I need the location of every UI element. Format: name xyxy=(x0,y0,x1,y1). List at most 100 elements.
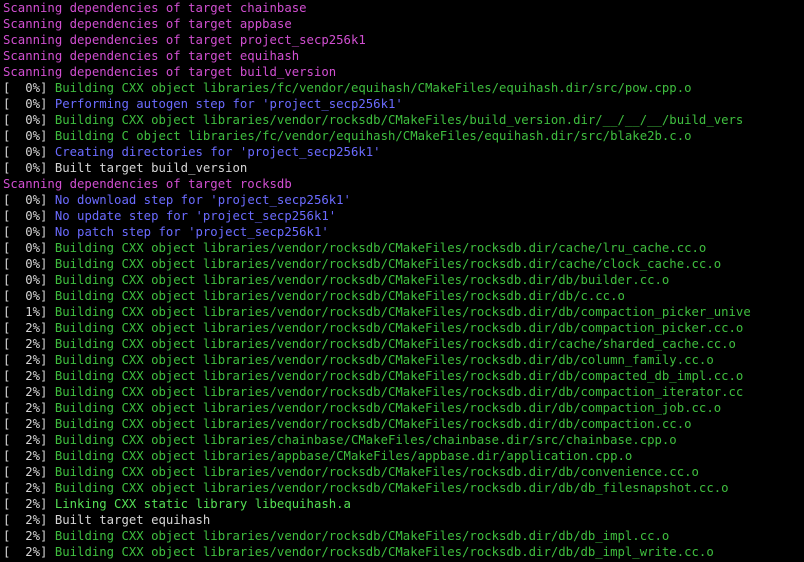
line-text: Built target equihash xyxy=(54,513,211,527)
line-text: Building CXX object libraries/appbase/CM… xyxy=(54,449,633,463)
progress-prefix: [ 2%] xyxy=(3,385,55,399)
terminal-line: [ 2%] Building CXX object libraries/vend… xyxy=(3,352,804,368)
terminal-line: [ 0%] No patch step for 'project_secp256… xyxy=(3,224,804,240)
line-text: Scanning dependencies of target chainbas… xyxy=(3,1,307,15)
line-text: Building CXX object libraries/vendor/roc… xyxy=(54,337,736,351)
terminal-line: [ 0%] Building CXX object libraries/vend… xyxy=(3,112,804,128)
line-text: No patch step for 'project_secp256k1' xyxy=(54,225,329,239)
terminal-line: [ 2%] Building CXX object libraries/vend… xyxy=(3,320,804,336)
line-text: Creating directories for 'project_secp25… xyxy=(54,145,381,159)
line-text: Building CXX object libraries/vendor/roc… xyxy=(54,465,699,479)
progress-prefix: [ 0%] xyxy=(3,257,55,271)
line-text: Building CXX object libraries/vendor/roc… xyxy=(54,385,744,399)
progress-prefix: [ 2%] xyxy=(3,321,55,335)
line-text: Building CXX object libraries/vendor/roc… xyxy=(54,481,729,495)
terminal-line: [ 0%] Built target build_version xyxy=(3,160,804,176)
progress-prefix: [ 0%] xyxy=(3,113,55,127)
line-text: Scanning dependencies of target rocksdb xyxy=(3,177,292,191)
progress-prefix: [ 2%] xyxy=(3,337,55,351)
terminal-line: [ 0%] Building C object libraries/fc/ven… xyxy=(3,128,804,144)
progress-prefix: [ 2%] xyxy=(3,353,55,367)
progress-prefix: [ 2%] xyxy=(3,513,55,527)
progress-prefix: [ 0%] xyxy=(3,209,55,223)
terminal-line: Scanning dependencies of target equihash xyxy=(3,48,804,64)
line-text: Building C object libraries/fc/vendor/eq… xyxy=(54,129,692,143)
terminal-line: [ 2%] Building CXX object libraries/vend… xyxy=(3,480,804,496)
progress-prefix: [ 2%] xyxy=(3,417,55,431)
terminal-line: [ 2%] Building CXX object libraries/vend… xyxy=(3,464,804,480)
line-text: Linking CXX static library libequihash.a xyxy=(54,497,351,511)
terminal-line: [ 2%] Building CXX object libraries/vend… xyxy=(3,336,804,352)
terminal-output[interactable]: Scanning dependencies of target chainbas… xyxy=(0,0,804,562)
terminal-line: Scanning dependencies of target build_ve… xyxy=(3,64,804,80)
terminal-line: [ 0%] Performing autogen step for 'proje… xyxy=(3,96,804,112)
line-text: Scanning dependencies of target appbase xyxy=(3,17,292,31)
terminal-line: [ 0%] Building CXX object libraries/fc/v… xyxy=(3,80,804,96)
line-text: Scanning dependencies of target equihash xyxy=(3,49,300,63)
terminal-line: Scanning dependencies of target project_… xyxy=(3,32,804,48)
terminal-line: [ 0%] Creating directories for 'project_… xyxy=(3,144,804,160)
terminal-line: [ 0%] No download step for 'project_secp… xyxy=(3,192,804,208)
line-text: Building CXX object libraries/vendor/roc… xyxy=(54,305,751,319)
terminal-line: [ 2%] Building CXX object libraries/vend… xyxy=(3,544,804,560)
line-text: Building CXX object libraries/vendor/roc… xyxy=(54,401,722,415)
terminal-line: [ 0%] Building CXX object libraries/vend… xyxy=(3,288,804,304)
progress-prefix: [ 0%] xyxy=(3,97,55,111)
terminal-line: Scanning dependencies of target chainbas… xyxy=(3,0,804,16)
line-text: Building CXX object libraries/fc/vendor/… xyxy=(54,81,692,95)
line-text: Building CXX object libraries/vendor/roc… xyxy=(54,113,744,127)
line-text: No download step for 'project_secp256k1' xyxy=(54,193,351,207)
progress-prefix: [ 2%] xyxy=(3,465,55,479)
progress-prefix: [ 1%] xyxy=(3,305,55,319)
terminal-line: [ 0%] Building CXX object libraries/vend… xyxy=(3,256,804,272)
line-text: Building CXX object libraries/vendor/roc… xyxy=(54,545,714,559)
terminal-line: [ 1%] Building CXX object libraries/vend… xyxy=(3,304,804,320)
terminal-line: [ 0%] Building CXX object libraries/vend… xyxy=(3,240,804,256)
progress-prefix: [ 0%] xyxy=(3,289,55,303)
terminal-line: [ 2%] Building CXX object libraries/vend… xyxy=(3,400,804,416)
progress-prefix: [ 2%] xyxy=(3,481,55,495)
progress-prefix: [ 0%] xyxy=(3,145,55,159)
line-text: Building CXX object libraries/vendor/roc… xyxy=(54,417,692,431)
line-text: Building CXX object libraries/vendor/roc… xyxy=(54,289,625,303)
progress-prefix: [ 0%] xyxy=(3,193,55,207)
progress-prefix: [ 0%] xyxy=(3,81,55,95)
progress-prefix: [ 0%] xyxy=(3,241,55,255)
line-text: Built target build_version xyxy=(54,161,248,175)
line-text: Building CXX object libraries/vendor/roc… xyxy=(54,369,744,383)
terminal-line: [ 2%] Building CXX object libraries/chai… xyxy=(3,432,804,448)
terminal-line: [ 2%] Building CXX object libraries/vend… xyxy=(3,528,804,544)
line-text: Building CXX object libraries/vendor/roc… xyxy=(54,257,722,271)
terminal-line: [ 2%] Building CXX object libraries/vend… xyxy=(3,384,804,400)
progress-prefix: [ 2%] xyxy=(3,497,55,511)
terminal-line: [ 0%] No update step for 'project_secp25… xyxy=(3,208,804,224)
progress-prefix: [ 0%] xyxy=(3,129,55,143)
progress-prefix: [ 2%] xyxy=(3,369,55,383)
line-text: No update step for 'project_secp256k1' xyxy=(54,209,337,223)
progress-prefix: [ 0%] xyxy=(3,225,55,239)
terminal-line: [ 2%] Building CXX object libraries/vend… xyxy=(3,416,804,432)
progress-prefix: [ 2%] xyxy=(3,433,55,447)
line-text: Building CXX object libraries/vendor/roc… xyxy=(54,273,670,287)
terminal-line: Scanning dependencies of target rocksdb xyxy=(3,176,804,192)
progress-prefix: [ 2%] xyxy=(3,449,55,463)
terminal-line: [ 2%] Building CXX object libraries/appb… xyxy=(3,448,804,464)
line-text: Scanning dependencies of target project_… xyxy=(3,33,366,47)
line-text: Building CXX object libraries/vendor/roc… xyxy=(54,321,744,335)
progress-prefix: [ 2%] xyxy=(3,529,55,543)
progress-prefix: [ 2%] xyxy=(3,545,55,559)
terminal-line: [ 2%] Built target equihash xyxy=(3,512,804,528)
line-text: Performing autogen step for 'project_sec… xyxy=(54,97,403,111)
line-text: Building CXX object libraries/vendor/roc… xyxy=(54,529,670,543)
progress-prefix: [ 2%] xyxy=(3,401,55,415)
terminal-line: [ 2%] Building CXX object libraries/vend… xyxy=(3,368,804,384)
terminal-line: [ 0%] Building CXX object libraries/vend… xyxy=(3,272,804,288)
terminal-line: [ 2%] Linking CXX static library libequi… xyxy=(3,496,804,512)
terminal-line: Scanning dependencies of target appbase xyxy=(3,16,804,32)
progress-prefix: [ 0%] xyxy=(3,161,55,175)
line-text: Scanning dependencies of target build_ve… xyxy=(3,65,337,79)
line-text: Building CXX object libraries/vendor/roc… xyxy=(54,241,707,255)
line-text: Building CXX object libraries/vendor/roc… xyxy=(54,353,714,367)
progress-prefix: [ 0%] xyxy=(3,273,55,287)
line-text: Building CXX object libraries/chainbase/… xyxy=(54,433,677,447)
